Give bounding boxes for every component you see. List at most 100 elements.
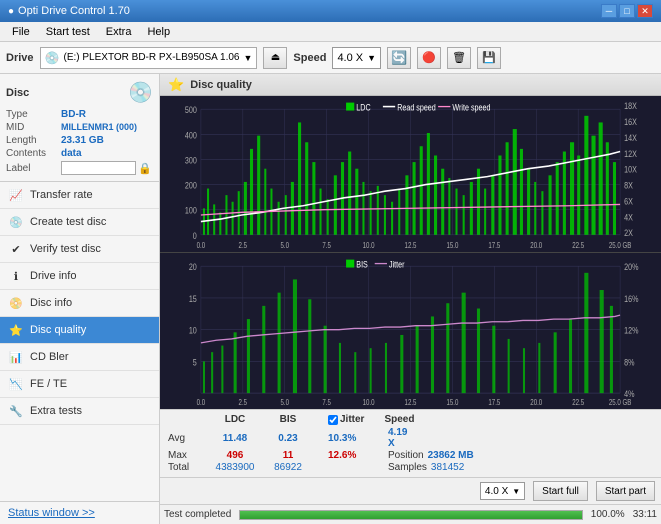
sidebar-item-drive-info[interactable]: ℹ Drive info: [0, 263, 159, 290]
sidebar-item-disc-info[interactable]: 📀 Disc info: [0, 290, 159, 317]
svg-text:25.0 GB: 25.0 GB: [609, 241, 632, 250]
maximize-button[interactable]: □: [619, 4, 635, 18]
svg-text:17.5: 17.5: [488, 398, 500, 407]
sidebar-item-label: Transfer rate: [30, 189, 93, 201]
svg-text:100: 100: [185, 206, 197, 216]
svg-text:22.5: 22.5: [572, 398, 584, 407]
svg-text:4X: 4X: [624, 212, 633, 222]
svg-text:10.0: 10.0: [363, 241, 375, 250]
svg-text:Write speed: Write speed: [452, 103, 490, 113]
speed-value: 4.0 X: [337, 52, 363, 64]
status-time: 33:11: [633, 509, 657, 520]
menu-help[interactable]: Help: [139, 24, 178, 40]
sidebar-item-label: Drive info: [30, 270, 76, 282]
drive-selector[interactable]: 💿 (E:) PLEXTOR BD-R PX-LB950SA 1.06 ▼: [40, 47, 258, 69]
samples-label: Samples: [388, 462, 427, 473]
burn-button[interactable]: 🔴: [417, 47, 441, 69]
refresh-button[interactable]: 🔄: [387, 47, 411, 69]
label-edit-icon[interactable]: 🔒: [138, 162, 152, 175]
menu-start-test[interactable]: Start test: [38, 24, 98, 40]
disc-mid-label: MID: [6, 122, 61, 133]
svg-text:2.5: 2.5: [239, 398, 248, 407]
speed-dropdown[interactable]: 4.0 X ▼: [480, 482, 525, 500]
stat-header-ldc: LDC: [206, 414, 264, 425]
svg-text:16X: 16X: [624, 117, 637, 127]
statusbar: Test completed 100.0% 33:11: [160, 504, 661, 524]
sidebar-item-label: Disc info: [30, 297, 72, 309]
drive-label: Drive: [6, 52, 34, 64]
close-button[interactable]: ✕: [637, 4, 653, 18]
sidebar-item-label: FE / TE: [30, 378, 67, 390]
disc-type-label: Type: [6, 109, 61, 120]
svg-text:BIS: BIS: [356, 260, 368, 270]
svg-text:10.0: 10.0: [363, 398, 375, 407]
speed-selector[interactable]: 4.0 X ▼: [332, 47, 381, 69]
svg-text:20.0: 20.0: [530, 398, 542, 407]
content-title: Disc quality: [190, 79, 252, 91]
minimize-button[interactable]: ─: [601, 4, 617, 18]
sidebar-item-create-test-disc[interactable]: 💿 Create test disc: [0, 209, 159, 236]
svg-text:6X: 6X: [624, 197, 633, 207]
start-full-button[interactable]: Start full: [533, 481, 588, 501]
content-header: ⭐ Disc quality: [160, 74, 661, 96]
svg-text:8%: 8%: [624, 358, 635, 368]
svg-text:18X: 18X: [624, 101, 637, 111]
avg-ldc: 11.48: [206, 433, 264, 444]
sidebar-item-cd-bler[interactable]: 📊 CD Bler: [0, 344, 159, 371]
eject-button[interactable]: ⏏: [263, 47, 287, 69]
disc-label-input[interactable]: [61, 161, 136, 175]
titlebar-controls: ─ □ ✕: [601, 4, 653, 18]
extra-tests-icon: 🔧: [8, 403, 24, 419]
total-ldc: 4383900: [206, 462, 264, 473]
nav-items: 📈 Transfer rate 💿 Create test disc ✔ Ver…: [0, 182, 159, 501]
svg-text:20%: 20%: [624, 262, 639, 272]
svg-text:5.0: 5.0: [280, 241, 289, 250]
avg-bis: 0.23: [264, 433, 312, 444]
sidebar-item-verify-test-disc[interactable]: ✔ Verify test disc: [0, 236, 159, 263]
position-label: Position: [388, 450, 424, 461]
sidebar: Disc 💿 Type BD-R MID MILLENMR1 (000) Len…: [0, 74, 160, 524]
total-bis: 86922: [264, 462, 312, 473]
app-logo: ●: [8, 6, 14, 17]
disc-mid-value: MILLENMR1 (000): [61, 122, 137, 133]
sidebar-item-disc-quality[interactable]: ⭐ Disc quality: [0, 317, 159, 344]
disc-length-label: Length: [6, 135, 61, 146]
svg-text:25.0 GB: 25.0 GB: [609, 398, 632, 407]
sidebar-item-extra-tests[interactable]: 🔧 Extra tests: [0, 398, 159, 425]
status-text: Test completed: [164, 509, 231, 520]
bottom-chart-svg: 20 15 10 5 20% 16% 12% 8% 4% 0.0 2.5 5.0…: [160, 253, 661, 409]
avg-jitter: 10.3%: [328, 433, 388, 444]
sidebar-item-fe-te[interactable]: 📉 FE / TE: [0, 371, 159, 398]
disc-panel-icon: 💿: [128, 80, 153, 105]
svg-text:7.5: 7.5: [322, 241, 331, 250]
max-jitter: 12.6%: [328, 450, 388, 461]
jitter-checkbox[interactable]: [328, 415, 338, 425]
menu-extra[interactable]: Extra: [98, 24, 140, 40]
stat-header-bis: BIS: [264, 414, 312, 425]
charts-area: 500 400 300 200 100 0 18X 16X 14X 12X 10…: [160, 96, 661, 409]
save-button[interactable]: 💾: [477, 47, 501, 69]
bottom-controls: 4.0 X ▼ Start full Start part: [160, 477, 661, 504]
disc-length-value: 23.31 GB: [61, 135, 104, 146]
svg-text:0.0: 0.0: [197, 241, 206, 250]
drive-name: (E:) PLEXTOR BD-R PX-LB950SA 1.06: [63, 52, 239, 63]
svg-text:Read speed: Read speed: [397, 103, 436, 113]
svg-text:10X: 10X: [624, 165, 637, 175]
svg-text:20.0: 20.0: [530, 241, 542, 250]
start-part-button[interactable]: Start part: [596, 481, 655, 501]
erase-button[interactable]: 🗑: [447, 47, 471, 69]
sidebar-item-transfer-rate[interactable]: 📈 Transfer rate: [0, 182, 159, 209]
verify-test-disc-icon: ✔: [8, 241, 24, 257]
status-window-button[interactable]: Status window >>: [0, 501, 159, 524]
svg-text:2.5: 2.5: [239, 241, 248, 250]
svg-text:22.5: 22.5: [572, 241, 584, 250]
position-val: 23862 MB: [428, 450, 474, 461]
speed-dropdown-arrow: ▼: [512, 487, 520, 496]
speed-dropdown-value: 4.0 X: [485, 486, 508, 497]
sidebar-item-label: CD Bler: [30, 351, 69, 363]
menu-file[interactable]: File: [4, 24, 38, 40]
avg-label: Avg: [168, 433, 206, 444]
titlebar: ● Opti Drive Control 1.70 ─ □ ✕: [0, 0, 661, 22]
status-percent: 100.0%: [591, 509, 625, 520]
speed-header: Speed: [384, 414, 414, 425]
